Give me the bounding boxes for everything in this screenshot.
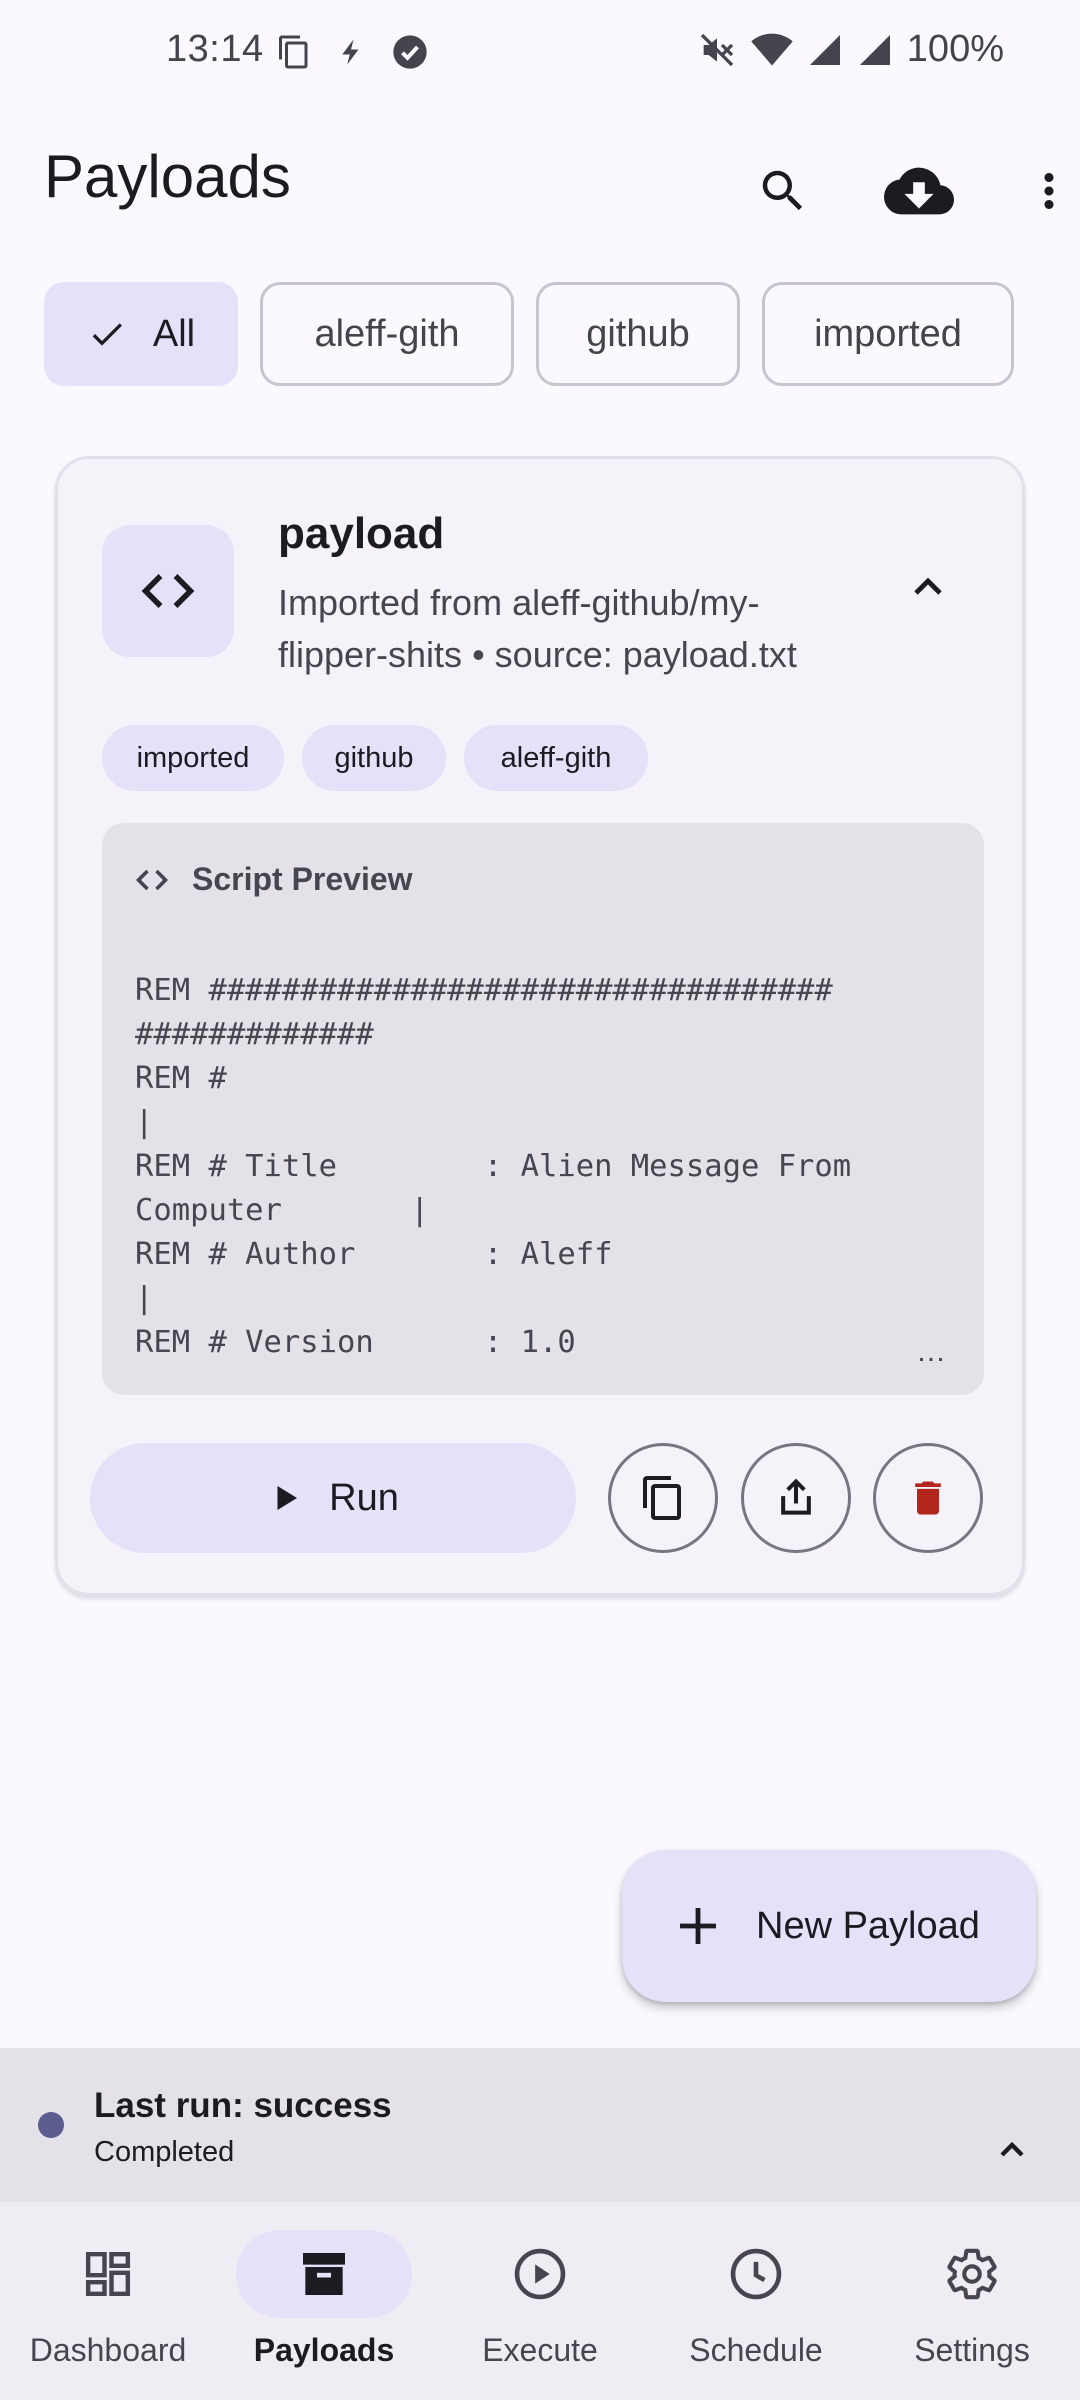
- share-button[interactable]: [741, 1443, 851, 1553]
- more-options-button[interactable]: [1004, 146, 1080, 236]
- plus-icon: [674, 1902, 722, 1950]
- page-title: Payloads: [44, 143, 291, 210]
- archive-icon: [296, 2246, 352, 2302]
- code-line: |: [135, 1105, 154, 1140]
- bottom-navigation: Dashboard Payloads Execute Schedule Sett…: [0, 2202, 1080, 2400]
- more-vert-icon: [1022, 164, 1076, 218]
- tag-imported: imported: [102, 725, 284, 791]
- collapse-button[interactable]: [888, 547, 968, 627]
- nav-item-settings[interactable]: Settings: [864, 2202, 1080, 2400]
- filter-chip-all[interactable]: All: [44, 282, 238, 386]
- nav-label: Schedule: [689, 2332, 823, 2368]
- play-circle-icon: [511, 2245, 569, 2303]
- signal-icon: [807, 32, 843, 68]
- nav-item-payloads[interactable]: Payloads: [216, 2202, 432, 2400]
- chevron-up-icon: [904, 563, 952, 611]
- code-line: |: [135, 1281, 154, 1316]
- nav-item-dashboard[interactable]: Dashboard: [0, 2202, 216, 2400]
- chip-label: github: [586, 312, 690, 355]
- tag-aleff-gith: aleff-gith: [464, 725, 648, 791]
- payload-name: payload: [278, 509, 445, 558]
- battery-percent: 100%: [906, 28, 1004, 70]
- script-preview: Script Preview REM #####################…: [102, 823, 984, 1395]
- code-icon: [134, 862, 170, 898]
- payload-icon-box: [102, 525, 234, 657]
- code-line: REM #: [135, 1061, 227, 1096]
- status-bar: 13:14 100%: [0, 0, 1080, 104]
- search-icon: [756, 164, 810, 218]
- last-run-title: Last run: success: [94, 2086, 392, 2125]
- signal-icon: [857, 32, 893, 68]
- status-time: 13:14: [166, 28, 264, 70]
- import-button[interactable]: [874, 146, 964, 236]
- last-run-subtitle: Completed: [94, 2136, 235, 2168]
- status-dot: [38, 2112, 64, 2138]
- code-icon: [138, 561, 198, 621]
- code-line: REM # Version : 1.0: [135, 1325, 576, 1360]
- settings-icon: [943, 2245, 1001, 2303]
- preview-title: Script Preview: [192, 861, 413, 897]
- share-icon: [774, 1476, 818, 1520]
- cloud-download-icon: [884, 156, 954, 226]
- chevron-up-icon: [992, 2130, 1032, 2170]
- bolt-icon: [336, 35, 366, 69]
- last-run-banner[interactable]: Last run: success Completed: [0, 2048, 1080, 2202]
- nav-label: Settings: [914, 2332, 1030, 2368]
- preview-ellipsis: …: [916, 1335, 946, 1368]
- code-line: Computer |: [135, 1193, 429, 1228]
- payload-card[interactable]: payload Imported from aleff-github/my-fl…: [55, 456, 1025, 1596]
- new-payload-fab[interactable]: New Payload: [622, 1850, 1036, 2002]
- payload-description: Imported from aleff-github/my-flipper-sh…: [278, 582, 797, 675]
- code-line: REM # Author : Aleff: [135, 1237, 613, 1272]
- play-icon: [267, 1480, 303, 1516]
- filter-chip-aleff-gith[interactable]: aleff-gith: [260, 282, 514, 386]
- code-block: REM ################################## ##…: [135, 969, 955, 1365]
- chip-label: All: [152, 312, 196, 355]
- run-label: Run: [329, 1476, 399, 1519]
- delete-icon: [906, 1476, 950, 1520]
- copy-icon: [276, 34, 312, 70]
- code-line: #############: [135, 1017, 374, 1052]
- tag-github: github: [302, 725, 446, 791]
- check-icon: [87, 314, 127, 354]
- code-line: REM # Title : Alien Message From: [135, 1149, 852, 1184]
- delete-button[interactable]: [873, 1443, 983, 1553]
- wifi-icon: [751, 31, 793, 69]
- nav-label: Payloads: [253, 2332, 395, 2368]
- nav-item-schedule[interactable]: Schedule: [648, 2202, 864, 2400]
- code-line: REM ##################################: [135, 973, 833, 1008]
- filter-chip-imported[interactable]: imported: [762, 282, 1014, 386]
- check-circle-icon: [390, 32, 430, 72]
- dashboard-icon: [80, 2246, 136, 2302]
- chip-label: imported: [814, 312, 962, 355]
- expand-button[interactable]: [982, 2120, 1042, 2180]
- copy-icon: [639, 1474, 687, 1522]
- duplicate-button[interactable]: [608, 1443, 718, 1553]
- search-button[interactable]: [738, 146, 828, 236]
- nav-label: Dashboard: [29, 2332, 187, 2368]
- fab-label: New Payload: [756, 1904, 980, 1947]
- mute-icon: [697, 30, 737, 70]
- run-button[interactable]: Run: [90, 1443, 576, 1553]
- nav-label: Execute: [482, 2332, 598, 2368]
- chip-label: aleff-gith: [314, 312, 460, 355]
- filter-chip-github[interactable]: github: [536, 282, 740, 386]
- clock-icon: [727, 2245, 785, 2303]
- nav-item-execute[interactable]: Execute: [432, 2202, 648, 2400]
